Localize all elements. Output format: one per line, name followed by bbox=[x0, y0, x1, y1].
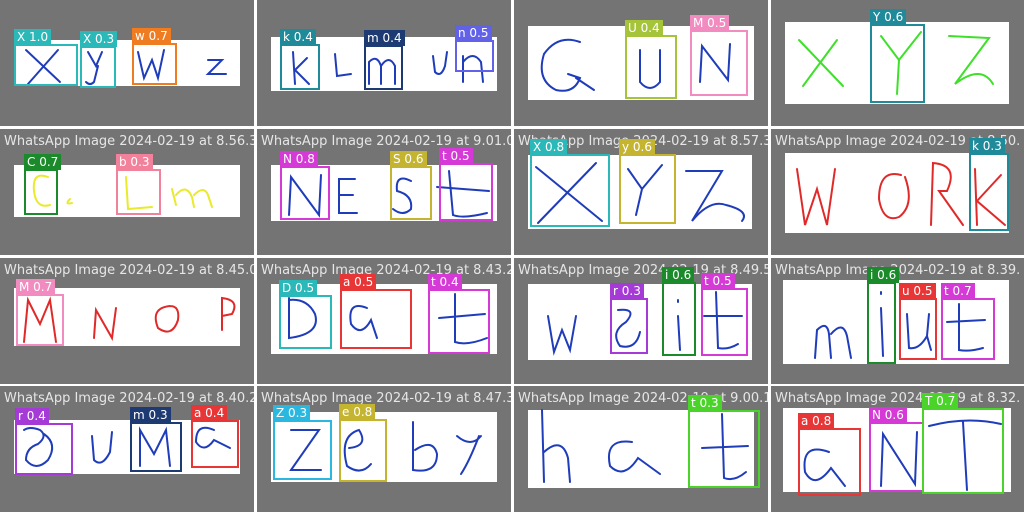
detection-label: t 0.3 bbox=[688, 395, 722, 411]
detection-box[interactable]: S 0.6 bbox=[390, 151, 432, 220]
detection-box[interactable]: i 0.6 bbox=[662, 267, 696, 356]
detection-label: b 0.3 bbox=[116, 154, 153, 170]
detection-label: u 0.5 bbox=[899, 283, 936, 299]
result-tile[interactable]: WhatsApp Image 2024-02-19 at 8.45.00 PM … bbox=[0, 258, 254, 384]
result-tile[interactable]: k 0.4 m 0.4 n 0.5 bbox=[257, 0, 511, 126]
detection-label: t 0.5 bbox=[439, 148, 473, 164]
detection-label: a 0.4 bbox=[191, 405, 228, 421]
detection-box[interactable]: w 0.7 bbox=[132, 28, 177, 85]
detection-box[interactable]: a 0.5 bbox=[340, 274, 412, 349]
detection-box[interactable]: X 1.0 bbox=[14, 29, 78, 86]
detection-label: i 0.6 bbox=[662, 267, 695, 283]
result-tile[interactable]: WhatsApp Image 2024-02-19 at 8.57.37 PM … bbox=[514, 129, 768, 255]
result-tile[interactable]: WhatsApp Image 2024-02-19 at 8.40.27 PM … bbox=[0, 386, 254, 512]
detection-label: t 0.7 bbox=[941, 283, 975, 299]
detection-box[interactable]: a 0.4 bbox=[191, 405, 239, 468]
detection-box[interactable]: y 0.6 bbox=[619, 139, 676, 224]
detection-box[interactable]: Z 0.3 bbox=[273, 405, 332, 480]
result-tile[interactable]: WhatsApp Image 2024-02-19 at 8.50. k 0.3 bbox=[771, 129, 1024, 255]
detection-label: N 0.6 bbox=[869, 407, 907, 423]
detection-label: m 0.3 bbox=[130, 407, 171, 423]
detection-label: r 0.3 bbox=[610, 283, 644, 299]
detection-box[interactable]: m 0.3 bbox=[130, 407, 182, 472]
result-tile[interactable]: U 0.4 M 0.5 bbox=[514, 0, 768, 126]
detection-box[interactable]: t 0.7 bbox=[941, 283, 995, 360]
result-tile[interactable]: WhatsApp Image 2024-02-19 at 8.56.38 PM … bbox=[0, 129, 254, 255]
detection-box[interactable]: k 0.3 bbox=[969, 138, 1009, 231]
detection-label: U 0.4 bbox=[625, 20, 663, 36]
detection-box[interactable]: u 0.5 bbox=[899, 283, 937, 360]
detection-label: Z 0.3 bbox=[273, 405, 311, 421]
detection-box[interactable]: t 0.4 bbox=[428, 274, 490, 354]
detection-label: C 0.7 bbox=[24, 154, 62, 170]
detection-label: X 1.0 bbox=[14, 29, 52, 45]
detection-box[interactable]: t 0.5 bbox=[701, 273, 748, 356]
detection-box[interactable]: t 0.3 bbox=[688, 395, 760, 488]
detection-label: w 0.7 bbox=[132, 28, 171, 44]
detection-label: X 0.8 bbox=[530, 139, 568, 155]
result-tile[interactable]: WhatsApp Image 2024-02-19 at 9.00.16 PM … bbox=[514, 386, 768, 512]
detection-box[interactable]: M 0.5 bbox=[690, 15, 748, 96]
detection-label: T 0.7 bbox=[922, 393, 959, 409]
detection-box[interactable]: T 0.7 bbox=[922, 393, 1004, 494]
detection-label: k 0.4 bbox=[280, 29, 316, 45]
result-tile[interactable]: WhatsApp Image 2024-02-19 at 8.39. i 0.6… bbox=[771, 258, 1024, 384]
detection-box[interactable]: i 0.6 bbox=[867, 267, 900, 364]
detection-grid: X 1.0 X 0.3 w 0.7 k 0.4 m 0.4 n 0.5 U 0.… bbox=[0, 0, 1024, 512]
detection-box[interactable]: b 0.3 bbox=[116, 154, 161, 215]
detection-label: y 0.6 bbox=[619, 139, 655, 155]
detection-label: X 0.3 bbox=[80, 31, 118, 47]
detection-box[interactable]: t 0.5 bbox=[439, 148, 493, 221]
detection-box[interactable]: M 0.7 bbox=[16, 279, 64, 346]
detection-label: r 0.4 bbox=[15, 408, 49, 424]
detection-label: e 0.8 bbox=[339, 404, 376, 420]
detection-box[interactable]: k 0.4 bbox=[280, 29, 320, 90]
detection-label: m 0.4 bbox=[364, 30, 405, 46]
detection-label: N 0.8 bbox=[280, 151, 318, 167]
detection-label: M 0.5 bbox=[690, 15, 730, 31]
detection-box[interactable]: X 0.3 bbox=[80, 31, 118, 88]
detection-label: a 0.8 bbox=[798, 413, 835, 429]
detection-label: D 0.5 bbox=[279, 280, 318, 296]
detection-label: S 0.6 bbox=[390, 151, 427, 167]
detection-label: n 0.5 bbox=[455, 25, 492, 41]
detection-label: k 0.3 bbox=[969, 138, 1005, 154]
detection-box[interactable]: D 0.5 bbox=[279, 280, 332, 349]
detection-box[interactable]: r 0.4 bbox=[15, 408, 73, 475]
detection-box[interactable]: C 0.7 bbox=[24, 154, 62, 215]
result-tile[interactable]: X 1.0 X 0.3 w 0.7 bbox=[0, 0, 254, 126]
detection-label: M 0.7 bbox=[16, 279, 56, 295]
detection-label: Y 0.6 bbox=[870, 9, 907, 25]
detection-label: a 0.5 bbox=[340, 274, 377, 290]
detection-label: i 0.6 bbox=[867, 267, 900, 283]
detection-box[interactable]: X 0.8 bbox=[530, 139, 610, 227]
result-tile[interactable]: WhatsApp Image 2024-02-19 at 8.47.34 PM … bbox=[257, 386, 511, 512]
detection-box[interactable]: N 0.8 bbox=[280, 151, 330, 220]
detection-label: t 0.5 bbox=[701, 273, 735, 289]
result-tile[interactable]: WhatsApp Image 2024-02-19 at 8.32. a 0.8… bbox=[771, 386, 1024, 512]
result-tile[interactable]: WhatsApp Image 2024-02-19 at 8.43.28 PM … bbox=[257, 258, 511, 384]
detection-box[interactable]: N 0.6 bbox=[869, 407, 924, 492]
detection-box[interactable]: Y 0.6 bbox=[870, 9, 925, 103]
detection-box[interactable]: r 0.3 bbox=[610, 283, 648, 354]
detection-box[interactable]: a 0.8 bbox=[798, 413, 861, 496]
detection-box[interactable]: n 0.5 bbox=[455, 25, 494, 72]
detection-box[interactable]: U 0.4 bbox=[625, 20, 677, 99]
detection-box[interactable]: e 0.8 bbox=[339, 404, 387, 482]
detection-box[interactable]: m 0.4 bbox=[364, 30, 405, 90]
result-tile[interactable]: WhatsApp Image 2024-02-19 at 9.01.00 PM … bbox=[257, 129, 511, 255]
result-tile[interactable]: WhatsApp Image 2024-02-19 at 8.49.57 PM … bbox=[514, 258, 768, 384]
result-tile[interactable]: Y 0.6 bbox=[771, 0, 1024, 126]
detection-label: t 0.4 bbox=[428, 274, 462, 290]
